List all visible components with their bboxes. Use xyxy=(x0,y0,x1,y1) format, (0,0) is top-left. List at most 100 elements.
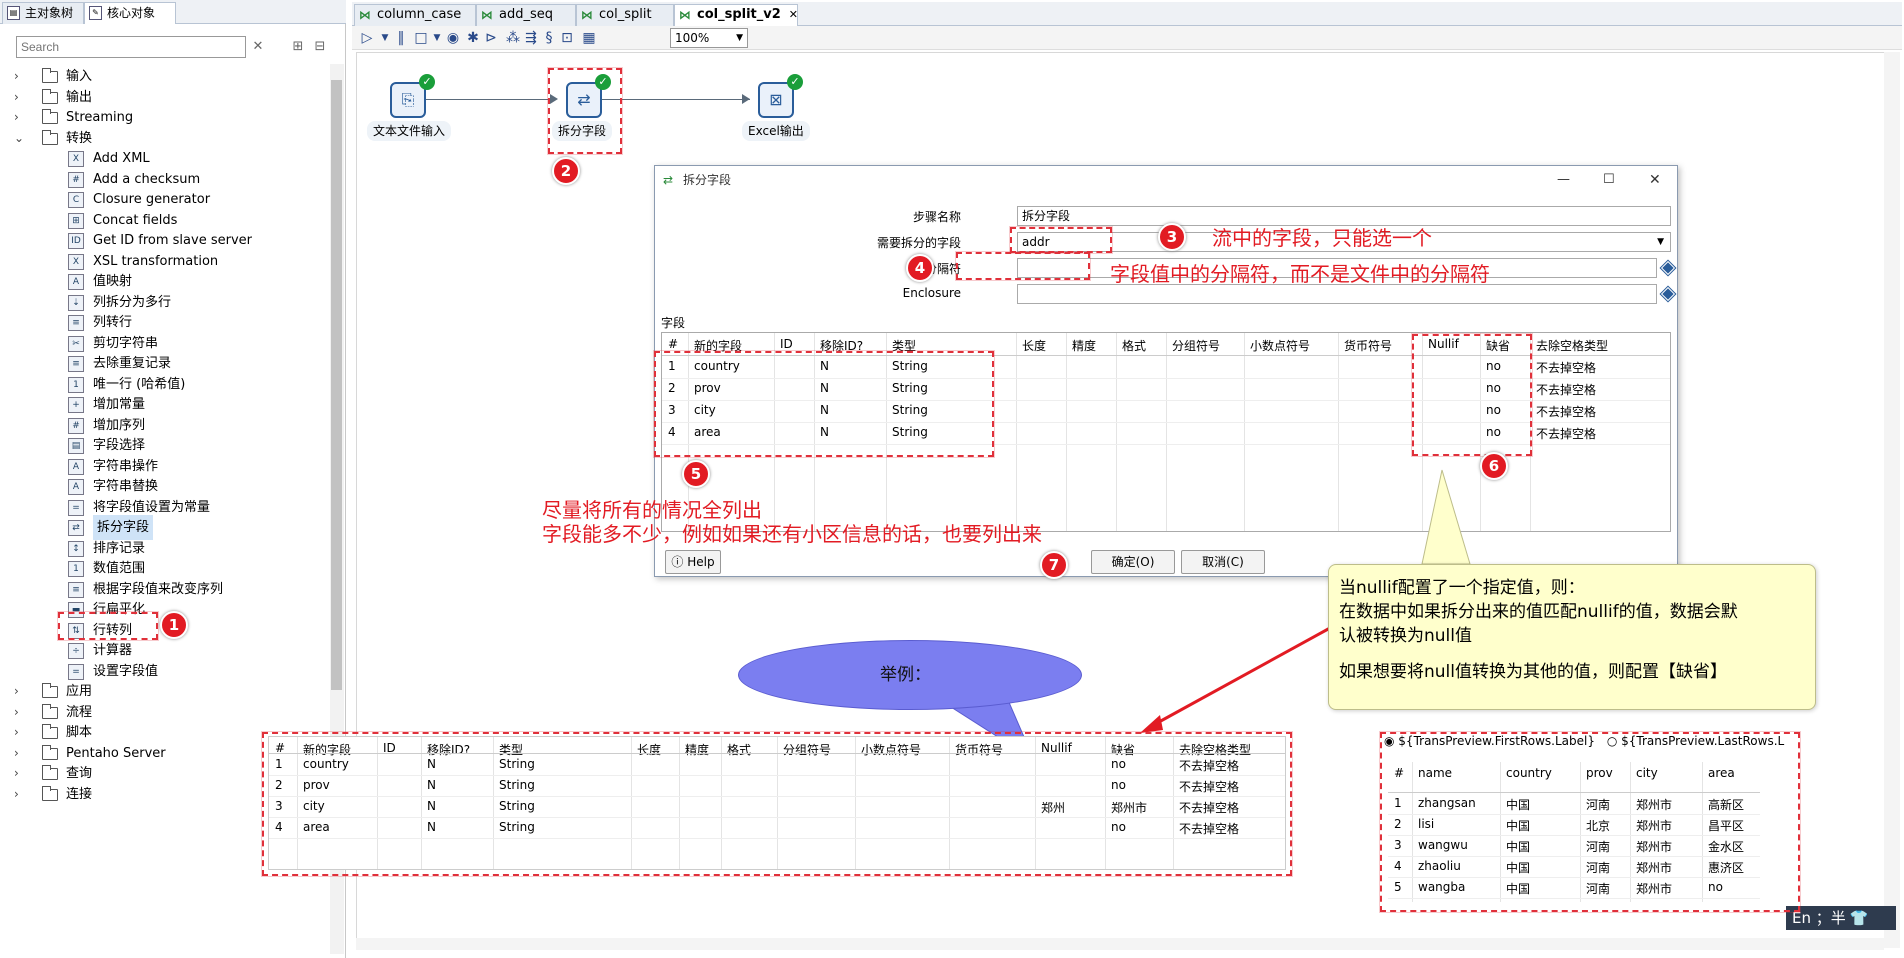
preview-row-divider xyxy=(1388,835,1760,836)
radio-last-rows[interactable]: ○ xyxy=(1607,734,1621,748)
example_grid-col-divider xyxy=(297,737,298,869)
preview-cell[interactable]: 郑州市 xyxy=(1636,817,1702,834)
example_grid-header-13: 去除空格类型 xyxy=(1179,743,1252,757)
example_grid-col-divider xyxy=(377,737,378,869)
example_grid-cell[interactable]: String xyxy=(499,778,631,792)
example_grid-header-6: 精度 xyxy=(685,743,710,757)
nullif-callout: 当nullif配置了一个指定值，则： 在数据中如果拆分出来的值匹配nullif的… xyxy=(1328,564,1816,710)
preview-cell[interactable]: 郑州市 xyxy=(1636,859,1702,876)
example_grid-header-3: 移除ID? xyxy=(427,743,471,757)
example_grid-col-divider xyxy=(777,737,778,869)
preview-cell[interactable]: 中国 xyxy=(1506,859,1580,876)
example_grid-row-divider xyxy=(269,796,1285,797)
example_grid-cell[interactable]: String xyxy=(499,799,631,813)
callout-text: 如果想要将null值转换为其他的值，则配置【缺省】 xyxy=(1339,662,1727,682)
callout-text: 认被转换为null值 xyxy=(1339,626,1472,646)
preview-header-0: # xyxy=(1394,766,1405,780)
preview-cell[interactable]: 中国 xyxy=(1506,817,1580,834)
callout-text: 当nullif配置了一个指定值，则： xyxy=(1339,578,1585,598)
badge-7: 7 xyxy=(1040,551,1068,579)
example_grid-col-divider xyxy=(949,737,950,869)
note-4: 字段值中的分隔符，而不是文件中的分隔符 xyxy=(1110,262,1490,286)
radio-first-rows[interactable]: ◉ xyxy=(1384,734,1398,748)
example_grid-cell[interactable]: 不去掉空格 xyxy=(1179,799,1285,816)
preview-cell[interactable]: 惠济区 xyxy=(1708,859,1760,876)
preview-cell[interactable]: 中国 xyxy=(1506,796,1580,813)
example_grid-cell[interactable]: String xyxy=(499,820,631,834)
preview-header-4: city xyxy=(1636,766,1658,780)
preview-cell[interactable]: zhangsan xyxy=(1418,796,1500,810)
preview-cell[interactable]: 金水区 xyxy=(1708,838,1760,855)
badge-1: 1 xyxy=(160,611,188,639)
preview-cell[interactable]: 高新区 xyxy=(1708,796,1760,813)
example_grid-col-divider xyxy=(679,737,680,869)
example_grid-cell[interactable]: 郑州市 xyxy=(1111,799,1173,816)
badge-6: 6 xyxy=(1480,452,1508,480)
example_grid-cell[interactable]: no xyxy=(1111,820,1173,834)
preview-cell[interactable]: 河南 xyxy=(1586,880,1630,897)
note-5-line-2: 字段能多不少，例如如果还有小区信息的话，也要列出来 xyxy=(542,522,1042,546)
example_grid-cell[interactable]: N xyxy=(427,757,493,771)
preview-header-2: country xyxy=(1506,766,1552,780)
preview-cell[interactable]: no xyxy=(1708,880,1760,894)
example_grid-cell[interactable]: country xyxy=(303,757,377,771)
ime-indicator[interactable]: En ；半 👕 xyxy=(1786,906,1896,930)
preview-header-5: area xyxy=(1708,766,1735,780)
example_grid-header-1: 新的字段 xyxy=(303,743,352,757)
preview-cell[interactable]: 郑州市 xyxy=(1636,796,1702,813)
example_grid-cell[interactable]: no xyxy=(1111,778,1173,792)
example_grid-cell: 2 xyxy=(275,778,283,792)
preview-cell: 3 xyxy=(1394,838,1402,852)
example_grid-cell[interactable]: N xyxy=(427,820,493,834)
preview-cell: 5 xyxy=(1394,880,1402,894)
example_grid-col-divider xyxy=(855,737,856,869)
preview-cell: 2 xyxy=(1394,817,1402,831)
preview-cell[interactable]: wangba xyxy=(1418,880,1500,894)
example_grid-cell[interactable]: prov xyxy=(303,778,377,792)
example_grid-cell[interactable]: 郑州 xyxy=(1041,799,1105,816)
callout-arrowhead xyxy=(1140,715,1163,733)
example_grid-header-10: 货币符号 xyxy=(955,743,1004,757)
preview-col-divider xyxy=(1500,762,1501,902)
preview-cell[interactable]: 中国 xyxy=(1506,838,1580,855)
example_grid-cell[interactable]: area xyxy=(303,820,377,834)
example_grid-cell[interactable]: N xyxy=(427,799,493,813)
preview-cell[interactable]: 郑州市 xyxy=(1636,838,1702,855)
example_grid-cell: 1 xyxy=(275,757,283,771)
preview-cell[interactable]: lisi xyxy=(1418,817,1500,831)
example_grid-cell[interactable]: 不去掉空格 xyxy=(1179,820,1285,837)
example-fields-table: # 新的字段 ID 移除ID? 类型 长度 精度 格式 分组符号 小数点符号 货币符号 Nullif 缺… xyxy=(268,736,1286,870)
example_grid-cell[interactable]: 不去掉空格 xyxy=(1179,757,1285,774)
example_grid-header-7: 格式 xyxy=(727,743,752,757)
example_grid-col-divider xyxy=(421,737,422,869)
example_grid-row-divider xyxy=(269,775,1285,776)
example_grid-cell[interactable]: 不去掉空格 xyxy=(1179,778,1285,795)
example_grid-cell[interactable]: city xyxy=(303,799,377,813)
preview-cell[interactable]: 河南 xyxy=(1586,859,1630,876)
preview-cell[interactable]: 昌平区 xyxy=(1708,817,1760,834)
preview-header-3: prov xyxy=(1586,766,1613,780)
preview-cell[interactable]: 北京 xyxy=(1586,817,1630,834)
example_grid-header-9: 小数点符号 xyxy=(861,743,922,757)
example_grid-cell[interactable]: no xyxy=(1111,757,1173,771)
preview-header-divider xyxy=(1388,792,1760,793)
badge-3: 3 xyxy=(1158,223,1186,251)
example_grid-cell[interactable]: N xyxy=(427,778,493,792)
badge-5: 5 xyxy=(682,460,710,488)
preview-cell[interactable]: 中国 xyxy=(1506,880,1580,897)
example_grid-cell: 4 xyxy=(275,820,283,834)
example_grid-col-divider xyxy=(1105,737,1106,869)
preview-cell[interactable]: 郑州市 xyxy=(1636,880,1702,897)
preview-radio-bar: ◉ ${TransPreview.FirstRows.Label} ○ ${Tr… xyxy=(1384,734,1804,754)
callout-text: 在数据中如果拆分出来的值匹配nullif的值，数据会默 xyxy=(1339,602,1738,622)
preview-cell[interactable]: wangwu xyxy=(1418,838,1500,852)
preview-col-divider xyxy=(1412,762,1413,902)
preview-cell[interactable]: 河南 xyxy=(1586,838,1630,855)
example_grid-cell[interactable]: String xyxy=(499,757,631,771)
example_grid-header-12: 缺省 xyxy=(1111,743,1136,757)
preview-cell[interactable]: zhaoliu xyxy=(1418,859,1500,873)
preview-cell: 1 xyxy=(1394,796,1402,810)
preview-row-divider xyxy=(1388,856,1760,857)
preview-cell[interactable]: 河南 xyxy=(1586,796,1630,813)
preview-cell: 4 xyxy=(1394,859,1402,873)
